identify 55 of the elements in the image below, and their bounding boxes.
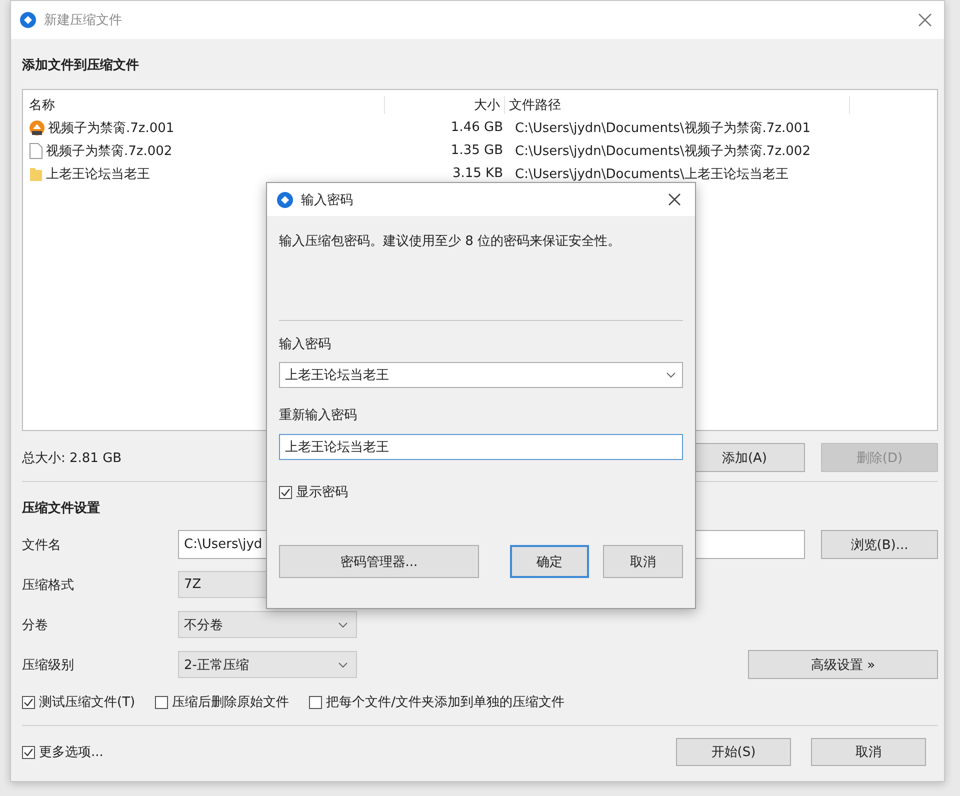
- section-heading: 压缩文件设置: [22, 500, 101, 517]
- field-label: 分卷: [22, 616, 49, 634]
- app-logo-icon: [20, 12, 36, 28]
- password-combo[interactable]: 上老王论坛当老王: [279, 362, 683, 388]
- field-label: 压缩格式: [22, 576, 75, 594]
- confirm-password-field[interactable]: 上老王论坛当老王: [279, 434, 683, 460]
- file-size: 1.35 GB: [450, 143, 503, 158]
- cancel-button[interactable]: 取消: [603, 545, 683, 578]
- checkbox[interactable]: [22, 696, 35, 708]
- checkbox[interactable]: [155, 696, 168, 708]
- advanced-settings-button[interactable]: 高级设置 »: [748, 650, 938, 679]
- file-name: 视频子为禁脔.7z.001: [48, 120, 174, 136]
- dialog-title: 输入密码: [301, 192, 353, 208]
- start-button[interactable]: 开始(S): [676, 738, 791, 766]
- volume-dropdown[interactable]: 不分卷: [178, 611, 357, 638]
- ok-button[interactable]: 确定: [510, 545, 589, 578]
- folder-icon: [29, 166, 43, 182]
- archive-icon: [29, 120, 45, 136]
- checkbox-label: 更多选项...: [39, 744, 104, 761]
- browse-button[interactable]: 浏览(B)...: [821, 530, 938, 559]
- cancel-button[interactable]: 取消: [811, 738, 926, 766]
- total-size: 总大小: 2.81 GB: [22, 450, 122, 466]
- column-header[interactable]: 文件路径: [509, 96, 850, 114]
- checkbox[interactable]: [22, 746, 35, 758]
- chevron-down-icon: [338, 622, 348, 628]
- file-size: 3.15 KB: [451, 166, 503, 181]
- checkbox[interactable]: [279, 486, 292, 498]
- level-dropdown[interactable]: 2-正常压缩: [178, 651, 357, 678]
- checkbox-label: 显示密码: [296, 484, 348, 501]
- section-heading: 添加文件到压缩文件: [22, 56, 140, 74]
- checkbox-label: 测试压缩文件(T): [39, 694, 136, 711]
- dialog-message: 输入压缩包密码。建议使用至少 8 位的密码来保证安全性。: [279, 233, 622, 251]
- close-icon[interactable]: [668, 193, 681, 206]
- file-path: C:\Users\jydn\Documents\视频子为禁脔.7z.001: [515, 120, 812, 136]
- close-icon[interactable]: [918, 13, 932, 27]
- field-label: 文件名: [22, 536, 62, 554]
- checkbox-label: 压缩后删除原始文件: [172, 694, 290, 711]
- app-logo-icon: [277, 192, 293, 208]
- chevron-down-icon: [338, 662, 348, 668]
- password-manager-button[interactable]: 密码管理器...: [279, 545, 479, 578]
- file-size: 1.46 GB: [450, 120, 503, 135]
- file-path: C:\Users\jydn\Documents\上老王论坛当老王: [515, 166, 790, 182]
- file-path: C:\Users\jydn\Documents\视频子为禁脔.7z.002: [515, 142, 812, 160]
- file-name: 上老王论坛当老王: [46, 166, 150, 182]
- field-label: 输入密码: [279, 336, 332, 353]
- column-header[interactable]: 名称: [23, 96, 385, 114]
- checkbox-label: 把每个文件/文件夹添加到单独的压缩文件: [326, 694, 564, 711]
- checkbox[interactable]: [309, 696, 322, 708]
- column-header[interactable]: 大小: [385, 96, 505, 114]
- field-label: 重新输入密码: [279, 407, 358, 424]
- window-title: 新建压缩文件: [44, 12, 122, 29]
- file-name: 视频子为禁脔.7z.002: [46, 142, 172, 160]
- field-label: 压缩级别: [22, 656, 75, 674]
- chevron-down-icon: [666, 372, 676, 378]
- file-icon: [29, 142, 43, 158]
